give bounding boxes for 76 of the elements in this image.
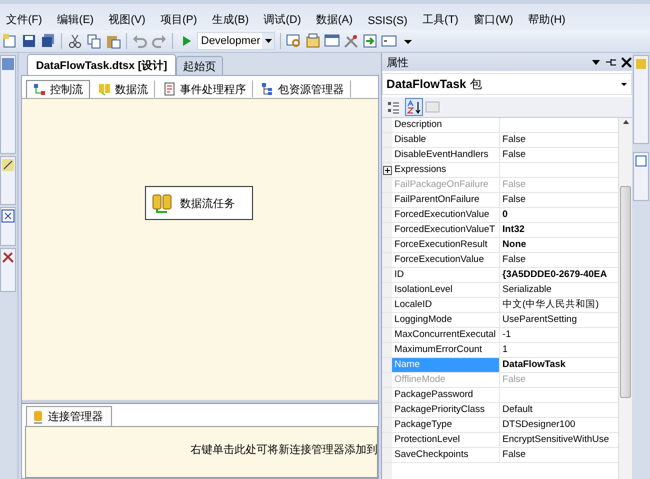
tree-icon [260, 82, 274, 96]
menu-item[interactable]: 视图(V) [104, 11, 150, 28]
menu-item[interactable]: 帮助(H) [524, 11, 570, 28]
property-name[interactable]: PackagePassword [392, 388, 500, 402]
cross-icon [1, 209, 15, 223]
property-name[interactable]: Description [392, 118, 500, 132]
designer-tab[interactable]: 事件处理程序 [156, 80, 253, 98]
designer-tab[interactable]: 包资源管理器 [254, 80, 351, 98]
property-name[interactable]: ForceExecutionValue [392, 253, 500, 267]
caret-icon [264, 39, 272, 43]
property-name[interactable]: LocaleID [392, 298, 500, 312]
find-icon[interactable] [286, 33, 302, 49]
window-icon [635, 155, 647, 167]
designer-tab[interactable]: 控制流 [26, 80, 90, 98]
property-name[interactable]: SaveCheckpoints [392, 448, 500, 462]
cut-icon[interactable] [67, 33, 83, 49]
property-name[interactable]: DisableEventHandlers [392, 148, 500, 162]
menu-item[interactable]: 文件(F) [2, 11, 46, 28]
property-name[interactable]: MaxConcurrentExecutal [392, 328, 500, 342]
paste-icon[interactable] [105, 33, 121, 49]
menu-item[interactable]: 调试(D) [260, 11, 306, 28]
menu-item[interactable]: SSIS(S) [364, 14, 412, 28]
sidebar-tab[interactable] [633, 152, 649, 201]
object-selector[interactable]: DataFlowTask 包 [382, 73, 632, 95]
cylinders-icon [152, 192, 174, 214]
property-name[interactable]: LoggingMode [392, 313, 500, 327]
pencil-icon [1, 158, 15, 172]
cylinders-icon [98, 82, 111, 96]
property-name[interactable]: ForcedExecutionValueT [392, 223, 500, 237]
property-name[interactable]: PackagePriorityClass [392, 403, 500, 417]
object-name: DataFlowTask [386, 77, 466, 91]
property-name[interactable]: ID [392, 268, 500, 282]
properties-icon[interactable] [305, 33, 322, 49]
sidebar-tab[interactable] [0, 248, 16, 292]
task-node[interactable]: 数据流任务 [144, 186, 253, 220]
document-icon [162, 82, 176, 96]
menu-item[interactable]: 工具(T) [418, 11, 462, 28]
console-icon[interactable] [381, 33, 398, 49]
pin-icon[interactable] [605, 56, 618, 68]
sidebar-tab[interactable] [0, 207, 16, 246]
property-name[interactable]: ForceExecutionResult [392, 238, 500, 252]
save-all-icon[interactable] [40, 33, 56, 49]
menu-item[interactable]: 项目(P) [156, 11, 202, 28]
property-name[interactable]: MaximumErrorCount [392, 343, 500, 357]
object-type: 包 [470, 76, 484, 92]
property-name[interactable]: Expressions [392, 163, 500, 177]
menu-item[interactable]: 数据(A) [312, 11, 357, 28]
connection-managers-tab[interactable]: 连接管理器 [26, 406, 112, 426]
hint-text: 右键单击此处可将新连接管理器添加到 [190, 442, 378, 456]
new-project-icon[interactable] [2, 33, 18, 49]
document-tab[interactable]: DataFlowTask.dtsx [设计] [26, 54, 176, 75]
property-name[interactable]: IsolationLevel [392, 283, 500, 297]
window-icon[interactable] [324, 33, 340, 49]
categorized-icon[interactable] [387, 100, 402, 114]
menu-item[interactable]: 窗口(W) [469, 11, 518, 28]
configuration-dropdown[interactable]: Developmer [197, 32, 276, 50]
panel-title: 属性 [386, 56, 410, 70]
cylinder-icon [32, 410, 43, 424]
scrollbar[interactable] [618, 118, 632, 479]
property-name[interactable]: PackageType [392, 418, 500, 432]
property-name[interactable]: ForcedExecutionValue [392, 208, 500, 222]
menu-item[interactable]: 编辑(E) [53, 11, 98, 28]
document-tab[interactable]: 起始页 [176, 56, 224, 75]
save-icon[interactable] [21, 33, 37, 49]
designer-tab[interactable]: 数据流 [90, 80, 155, 98]
property-name[interactable]: ProtectionLevel [392, 433, 500, 447]
copy-icon[interactable] [86, 33, 102, 49]
property-name[interactable]: FailParentOnFailure [392, 193, 500, 207]
import-icon[interactable] [362, 33, 378, 49]
scrollbar-thumb[interactable] [620, 186, 632, 398]
expand-icon[interactable] [382, 166, 392, 174]
property-name[interactable]: Disable [392, 133, 500, 147]
sort-arrow-icon[interactable] [407, 100, 422, 114]
flow-icon [32, 82, 46, 96]
menu-item[interactable]: 生成(B) [208, 11, 253, 28]
close-icon[interactable] [621, 56, 632, 68]
